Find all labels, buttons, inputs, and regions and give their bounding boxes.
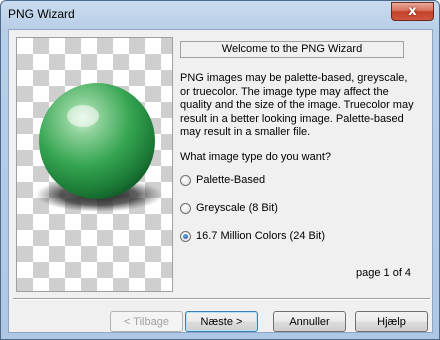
radio-button-icon[interactable] — [180, 202, 191, 214]
green-sphere-preview — [35, 83, 163, 212]
radio-greyscale[interactable]: Greyscale (8 Bit) — [180, 202, 278, 214]
footer-separator — [13, 298, 430, 300]
close-button[interactable]: x — [391, 2, 434, 21]
preview-image-panel — [16, 37, 173, 292]
page-indicator: page 1 of 4 — [356, 267, 412, 279]
radio-button-icon[interactable] — [180, 174, 191, 186]
radio-label: Greyscale (8 Bit) — [196, 202, 278, 214]
wizard-heading: Welcome to the PNG Wizard — [180, 41, 404, 58]
radio-palette-based[interactable]: Palette-Based — [180, 174, 265, 186]
title-bar[interactable]: PNG Wizard x — [1, 1, 439, 29]
png-wizard-window: PNG Wizard x Welcome to the PNG Wizard P… — [0, 0, 440, 340]
image-type-question: What image type do you want? — [180, 151, 332, 163]
wizard-client-area: Welcome to the PNG Wizard PNG images may… — [8, 29, 433, 333]
window-title: PNG Wizard — [8, 7, 75, 21]
radio-button-selected-icon[interactable] — [180, 230, 191, 242]
radio-label: 16.7 Million Colors (24 Bit) — [196, 230, 325, 242]
back-button[interactable]: < Tilbage — [110, 311, 183, 332]
radio-truecolor[interactable]: 16.7 Million Colors (24 Bit) — [180, 230, 325, 242]
radio-label: Palette-Based — [196, 174, 266, 186]
next-button[interactable]: Næste > — [185, 311, 258, 332]
wizard-description: PNG images may be palette-based, greysca… — [180, 72, 414, 138]
cancel-button[interactable]: Annuller — [273, 311, 346, 332]
close-icon: x — [408, 4, 417, 19]
help-button[interactable]: Hjælp — [355, 311, 428, 332]
